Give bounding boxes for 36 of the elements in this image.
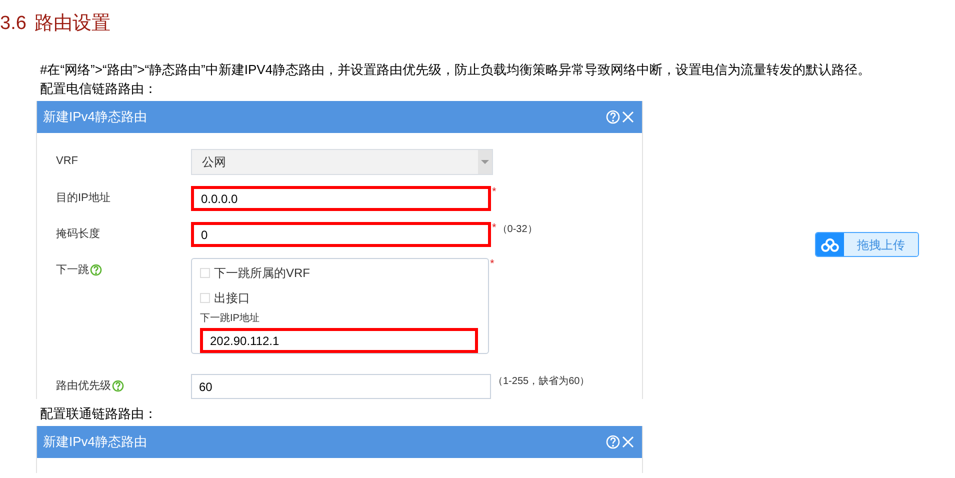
section-number: 3.6 [0,14,26,33]
caption: 配置电信链路路由： [39,80,158,98]
intro-paragraph: #在“网络”>“路由”>“静态路由”中新建IPV4静态路由，并设置路由优先级，防止负载均衡策略异常导致网络中断，设置电信为流量转发的默认路径。 [39,61,872,79]
field-label: 目的IP地址 [56,191,110,206]
required-mark: * [492,186,496,198]
close-button[interactable] [622,436,634,448]
help-button[interactable] [606,435,620,449]
hint-text: （1-255，缺省为60） [492,374,590,388]
input-field[interactable]: 60 [191,374,491,399]
field-label: VRF [56,154,78,169]
field-label: 路由优先级 [56,379,111,394]
required-mark: * [490,258,494,270]
close-icon [622,111,634,123]
checkbox[interactable] [200,268,210,278]
checkbox[interactable] [200,292,210,303]
dialog-title: 新建IPv4静态路由 [43,433,148,452]
caption: 配置联通链路路由： [39,405,158,423]
input-field[interactable]: 0 [191,222,491,247]
select-field[interactable]: 公网 [191,149,493,175]
field-label: 掩码长度 [56,226,100,242]
checkbox-label: 出接口 [214,290,250,307]
input-field[interactable]: 0.0.0.0 [191,186,491,211]
close-button[interactable] [622,111,634,123]
close-icon [622,436,634,448]
dialog-title: 新建IPv4静态路由 [43,108,148,126]
field-label: 下一跳 [56,263,89,278]
section-title: 路由设置 [34,14,110,33]
help-button[interactable] [606,110,620,124]
required-mark: * [492,222,496,234]
hint-text: （0-32） [496,223,538,236]
help-icon [606,110,620,124]
input-field[interactable]: 202.90.112.1 [200,328,478,353]
help-icon [606,435,620,449]
checkbox-label: 下一跳所属的VRF [214,265,310,282]
field-label: 下一跳IP地址 [200,312,260,326]
cloud-icon [821,238,839,252]
